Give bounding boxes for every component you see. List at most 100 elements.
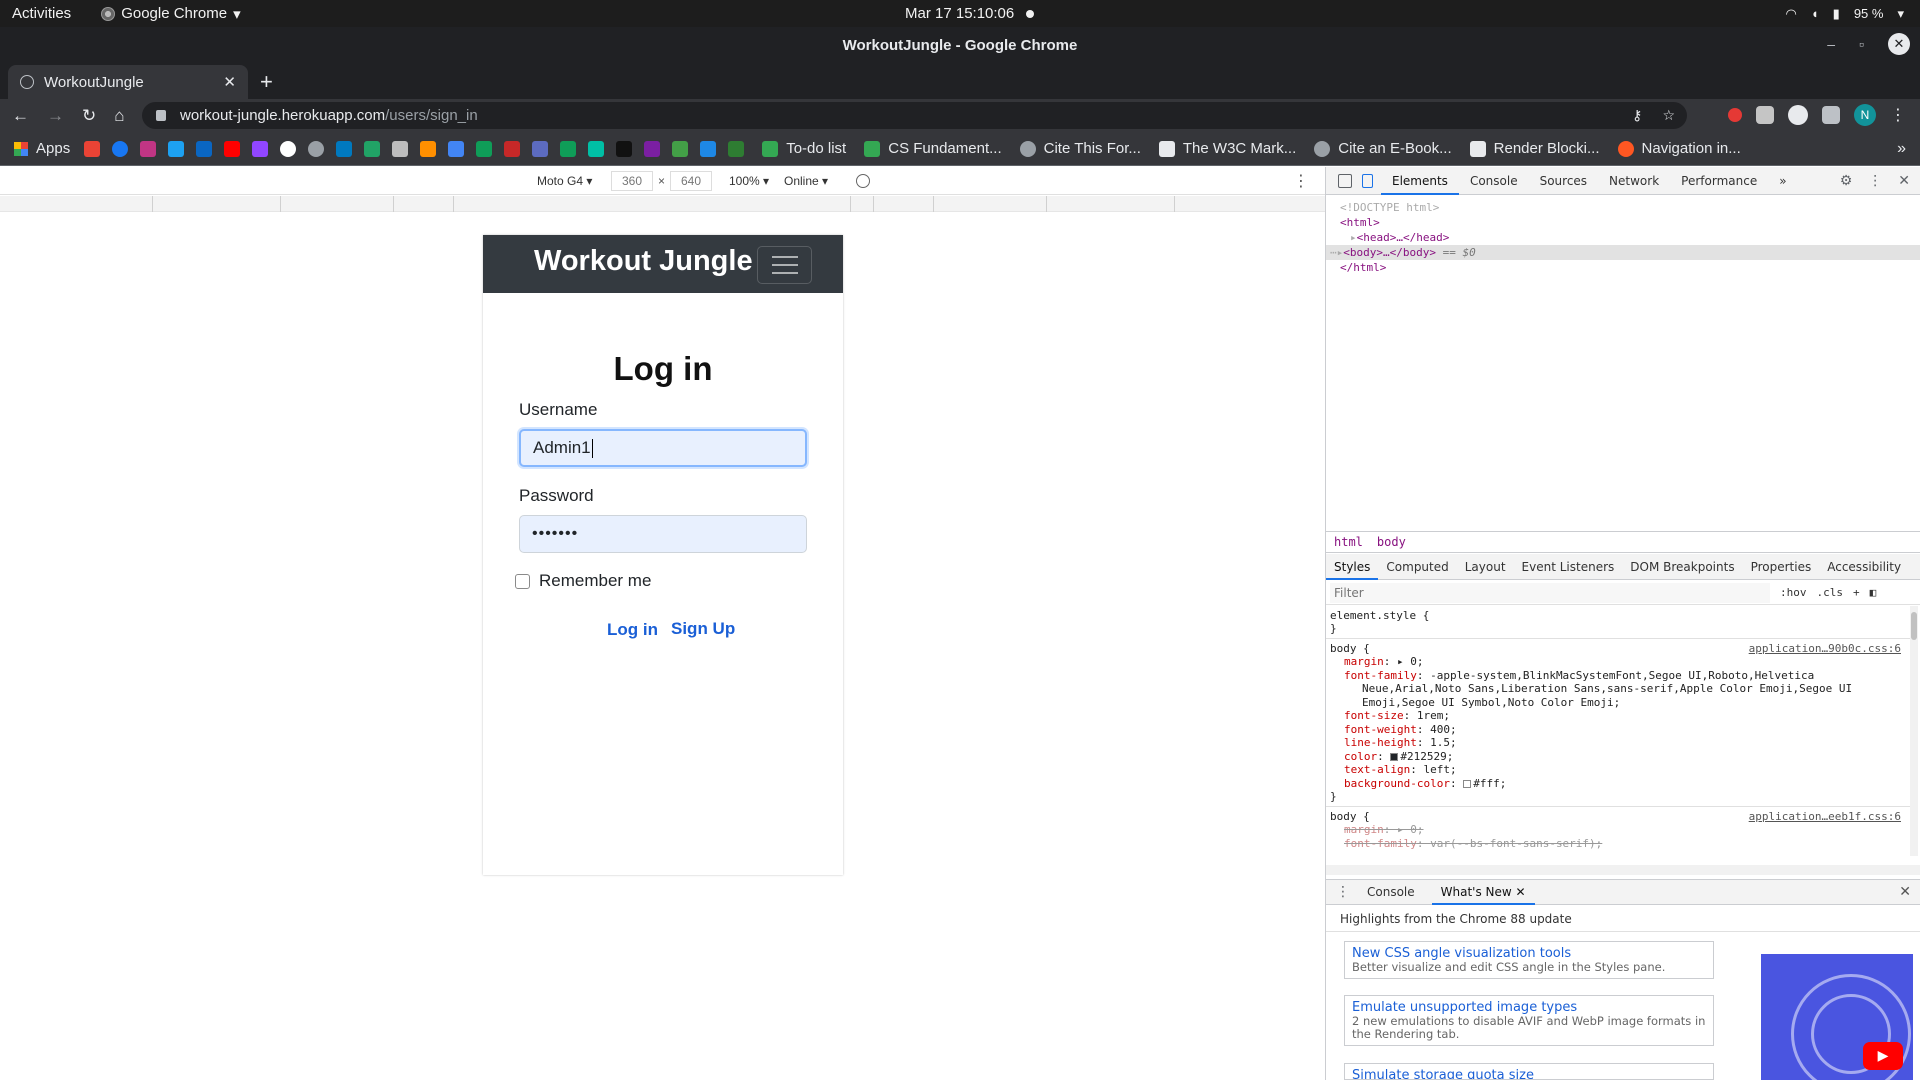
tab-elements[interactable]: Elements — [1381, 167, 1459, 195]
css-declaration[interactable]: margin: ▸ 0; — [1330, 655, 1907, 669]
styles-filter-input[interactable] — [1330, 582, 1770, 603]
color-swatch-icon[interactable] — [1463, 779, 1472, 788]
color-swatch-icon[interactable] — [1390, 752, 1399, 761]
maximize-button[interactable]: ▫ — [1859, 36, 1864, 52]
key-icon[interactable]: ⚷ — [1632, 107, 1642, 124]
network-throttle-select[interactable]: Online ▾ — [784, 174, 828, 188]
bookmark-code-icon[interactable] — [672, 140, 689, 157]
forward-button[interactable]: → — [47, 106, 64, 126]
dom-html-open[interactable]: <html> — [1326, 215, 1920, 230]
drawer-tab-whats-new[interactable]: What's New ✕ — [1431, 880, 1535, 905]
subtab-styles[interactable]: Styles — [1326, 554, 1379, 580]
profile-avatar[interactable]: N — [1854, 104, 1876, 126]
device-select[interactable]: Moto G4 ▾ — [537, 174, 592, 188]
bookmark-green-icon[interactable] — [364, 140, 381, 157]
subtab-layout[interactable]: Layout — [1457, 554, 1514, 580]
google-sheets-icon[interactable] — [476, 140, 493, 157]
tab-workoutjungle[interactable]: WorkoutJungle ✕ — [8, 65, 248, 99]
youtube-icon[interactable] — [224, 140, 241, 157]
onedrive-icon[interactable] — [700, 140, 717, 157]
viewport-width-input[interactable]: 360 — [611, 170, 653, 191]
kebab-menu-icon[interactable]: ⋮ — [1868, 173, 1882, 189]
card-title[interactable]: New CSS angle visualization tools — [1352, 946, 1706, 961]
remember-me-label[interactable]: Remember me — [539, 571, 651, 591]
facebook-icon[interactable] — [112, 140, 129, 157]
navbar-toggler-button[interactable] — [757, 246, 812, 284]
more-tabs-button[interactable]: » — [1768, 167, 1797, 195]
dom-head-node[interactable]: ▸<head>…</head> — [1326, 230, 1920, 245]
clock[interactable]: Mar 17 15:10:06 — [905, 5, 1035, 22]
bookmark-navigation-in[interactable]: Navigation in... — [1617, 140, 1741, 157]
cls-toggle[interactable]: .cls — [1817, 586, 1844, 599]
whats-new-card[interactable]: Simulate storage quota size — [1344, 1063, 1714, 1080]
whats-new-card[interactable]: Emulate unsupported image types 2 new em… — [1344, 995, 1714, 1046]
home-button[interactable]: ⌂ — [114, 106, 124, 126]
bookmark-apps[interactable]: Apps — [14, 140, 70, 157]
gear-icon[interactable]: ⚙ — [1840, 173, 1853, 189]
bookmark-black-icon[interactable] — [616, 140, 633, 157]
lock-icon[interactable] — [156, 110, 166, 121]
whats-new-card[interactable]: New CSS angle visualization tools Better… — [1344, 941, 1714, 979]
remember-me-checkbox[interactable] — [515, 574, 530, 589]
more-bookmarks-button[interactable]: » — [1897, 140, 1906, 158]
tab-console[interactable]: Console — [1459, 167, 1529, 195]
css-declaration[interactable]: background-color: #fff; — [1330, 777, 1907, 791]
computed-sidebar-icon[interactable]: ◧ — [1870, 586, 1877, 599]
device-toolbar-menu[interactable]: ⋮ — [1293, 171, 1309, 191]
viewport-height-input[interactable]: 640 — [670, 170, 712, 191]
styles-horizontal-scrollbar[interactable] — [1326, 865, 1920, 875]
breadcrumb-body[interactable]: body — [1377, 535, 1406, 549]
youtube-play-icon[interactable]: ▶ — [1863, 1042, 1903, 1070]
bookmark-cs-fundamentals[interactable]: CS Fundament... — [864, 140, 1002, 157]
new-rule-button[interactable]: + — [1853, 586, 1860, 599]
scrollbar-thumb[interactable] — [1911, 612, 1917, 640]
css-rule-body[interactable]: body { application…90b0c.css:6 margin: ▸… — [1326, 639, 1911, 807]
reload-button[interactable]: ↻ — [82, 106, 96, 126]
dom-body-node[interactable]: ⋯▸<body>…</body> == $0 — [1326, 245, 1920, 260]
minimize-button[interactable]: – — [1827, 36, 1835, 52]
bookmark-todo-list[interactable]: To-do list — [762, 140, 846, 157]
trello-icon[interactable] — [336, 140, 353, 157]
shield-icon[interactable] — [728, 140, 745, 157]
login-link[interactable]: Log in — [607, 620, 658, 640]
dom-html-close[interactable]: </html> — [1326, 260, 1920, 275]
signup-link[interactable]: Sign Up — [671, 619, 735, 639]
css-declaration[interactable]: color: #212529; — [1330, 750, 1907, 764]
bookmark-render-blocking[interactable]: Render Blocki... — [1469, 140, 1600, 157]
bookmark-teal-icon[interactable] — [588, 140, 605, 157]
css-declaration-overridden[interactable]: margin: ▸ 0; — [1330, 823, 1907, 837]
bookmark-stack-icon[interactable] — [420, 140, 437, 157]
device-toggle-icon[interactable] — [1362, 173, 1373, 188]
instagram-icon[interactable] — [140, 140, 157, 157]
css-rule-body-overridden[interactable]: body { application…eeb1f.css:6 margin: ▸… — [1326, 807, 1911, 851]
card-title[interactable]: Emulate unsupported image types — [1352, 1000, 1706, 1015]
close-window-button[interactable]: ✕ — [1888, 33, 1910, 55]
rule-source-link[interactable]: application…90b0c.css:6 — [1749, 642, 1901, 655]
app-menu[interactable]: Google Chrome ▾ — [101, 5, 241, 23]
tab-network[interactable]: Network — [1598, 167, 1670, 195]
media-query-bar[interactable] — [0, 196, 1325, 212]
bookmark-purple-icon[interactable] — [644, 140, 661, 157]
new-tab-button[interactable]: + — [260, 69, 273, 95]
tab-sources[interactable]: Sources — [1529, 167, 1598, 195]
subtab-computed[interactable]: Computed — [1378, 554, 1456, 580]
bookmark-red-icon[interactable] — [504, 140, 521, 157]
drawer-menu-icon[interactable]: ⋮ — [1336, 884, 1350, 900]
bookmark-w3c-markup[interactable]: The W3C Mark... — [1158, 140, 1296, 157]
extension-cast-icon[interactable] — [1788, 105, 1808, 125]
bookmark-doc-icon[interactable] — [392, 140, 409, 157]
chrome-menu-button[interactable]: ⋮ — [1890, 105, 1906, 125]
tab-performance[interactable]: Performance — [1670, 167, 1768, 195]
username-input[interactable]: Admin1 — [519, 429, 807, 467]
star-icon[interactable]: ☆ — [1662, 107, 1675, 124]
inspect-element-icon[interactable] — [1338, 173, 1352, 188]
github-icon[interactable] — [308, 140, 325, 157]
extension-record-icon[interactable] — [1728, 108, 1742, 122]
whats-new-video-thumbnail[interactable]: ▶ — [1761, 954, 1913, 1080]
back-button[interactable]: ← — [12, 106, 29, 126]
linkedin-icon[interactable] — [196, 140, 213, 157]
drawer-tab-console[interactable]: Console — [1358, 880, 1424, 905]
card-title[interactable]: Simulate storage quota size — [1352, 1068, 1706, 1079]
close-drawer-icon[interactable]: ✕ — [1899, 884, 1911, 900]
subtab-event-listeners[interactable]: Event Listeners — [1514, 554, 1623, 580]
